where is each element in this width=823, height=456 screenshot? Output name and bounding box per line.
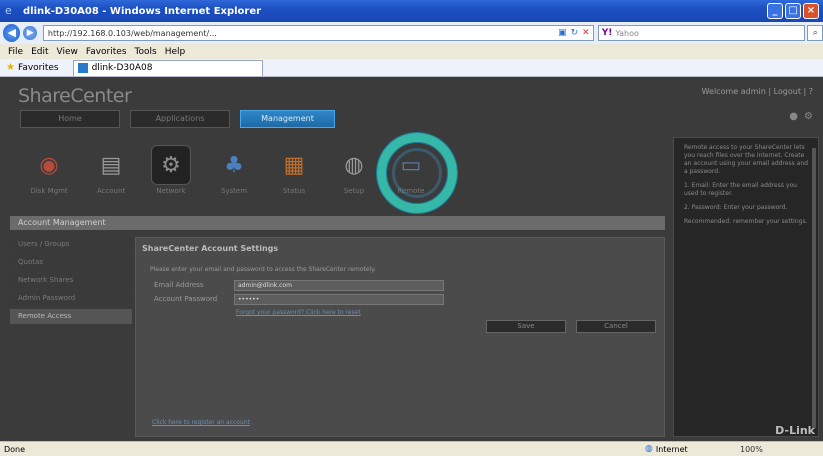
tab-title: dlink-D30A08: [91, 63, 153, 73]
app-network[interactable]: ⚙ Network: [144, 145, 198, 195]
dlink-logo: D-Link: [775, 424, 815, 437]
status-text: Done: [4, 444, 26, 454]
panel-title: ShareCenter Account Settings: [142, 244, 279, 253]
forward-button[interactable]: ▶: [23, 26, 37, 40]
app-label: Status: [282, 187, 306, 195]
help-paragraph: Remote access to your ShareCenter lets y…: [684, 144, 808, 175]
left-nav-item[interactable]: Network Shares: [10, 273, 132, 288]
app-status[interactable]: ▦ Status: [267, 145, 321, 196]
loading-spinner: [377, 133, 457, 213]
app-system[interactable]: ♣ System: [207, 145, 261, 196]
url-field[interactable]: http://192.168.0.103/web/management/... …: [42, 25, 594, 41]
save-button[interactable]: Save: [486, 320, 566, 333]
left-nav-item[interactable]: Remote Access: [10, 309, 132, 324]
help-paragraph: 1. Email: Enter the email address you us…: [684, 182, 797, 197]
menu-bar: File Edit View Favorites Tools Help: [0, 44, 823, 59]
grid-icon: ▦: [283, 152, 305, 178]
page-icon: [77, 63, 88, 73]
settings-icon[interactable]: ⚙: [804, 111, 813, 122]
title-bar: e dlink-D30A08 - Windows Internet Explor…: [0, 0, 823, 22]
settings-panel: ShareCenter Account Settings Please ente…: [135, 237, 665, 437]
email-label: Email Address: [154, 281, 204, 289]
tab-management[interactable]: Management: [240, 110, 335, 128]
yahoo-icon: Y!: [601, 28, 613, 38]
search-button[interactable]: ⌕: [807, 25, 823, 41]
left-nav-item[interactable]: Users / Groups: [10, 237, 132, 252]
window-controls: _ □ ×: [767, 3, 819, 19]
left-nav: Users / Groups Quotas Network Shares Adm…: [10, 237, 132, 327]
compat-icon[interactable]: ▣: [558, 28, 567, 38]
account-icon: ▤: [100, 152, 122, 178]
help-paragraph: Recommended: remember your settings.: [684, 218, 808, 225]
search-placeholder: Yahoo: [615, 28, 639, 38]
help-panel: Remote access to your ShareCenter lets y…: [673, 137, 819, 437]
refresh-icon[interactable]: ↻: [571, 28, 579, 38]
disk-icon: ◉: [39, 152, 59, 178]
menu-file[interactable]: File: [8, 47, 23, 57]
stop-icon[interactable]: ✕: [582, 28, 590, 38]
register-link[interactable]: Click here to register an account: [152, 419, 250, 426]
close-button[interactable]: ×: [803, 3, 819, 19]
minimize-button[interactable]: _: [767, 3, 783, 19]
panel-description: Please enter your email and password to …: [150, 266, 376, 273]
section-header: Account Management: [10, 216, 665, 230]
favorites-label[interactable]: Favorites: [18, 63, 59, 73]
forgot-password-link[interactable]: Forgot your password? Click here to rese…: [236, 309, 361, 316]
menu-tools[interactable]: Tools: [135, 47, 157, 57]
nav-tabs: Home Applications Management: [20, 110, 335, 128]
app-label: System: [220, 187, 248, 195]
brand-title: ShareCenter: [18, 85, 132, 107]
menu-edit[interactable]: Edit: [31, 47, 48, 57]
menu-favorites[interactable]: Favorites: [86, 47, 127, 57]
address-bar: ◀ ▶ http://192.168.0.103/web/management/…: [0, 22, 823, 44]
ie-icon: e: [5, 4, 12, 17]
help-scrollbar[interactable]: [812, 148, 816, 428]
top-icons: ● ⚙: [789, 111, 813, 122]
app-label: Network: [156, 187, 186, 195]
gear-icon: ⚙: [151, 145, 191, 185]
app-label: Setup: [343, 187, 365, 195]
favorites-star-icon[interactable]: ★: [6, 62, 15, 73]
spinner-inner: [392, 148, 442, 198]
app-account[interactable]: ▤ Account: [84, 145, 138, 196]
tab-home[interactable]: Home: [20, 110, 120, 128]
menu-help[interactable]: Help: [165, 47, 186, 57]
left-nav-item[interactable]: Quotas: [10, 255, 132, 270]
app-label: Account: [96, 187, 126, 195]
window-title: dlink-D30A08 - Windows Internet Explorer: [23, 5, 262, 17]
cancel-button[interactable]: Cancel: [576, 320, 656, 333]
globe-icon: ◍: [645, 444, 653, 454]
page-content: ShareCenter Welcome admin | Logout | ? ●…: [0, 77, 823, 441]
password-label: Account Password: [154, 295, 218, 303]
back-button[interactable]: ◀: [3, 24, 21, 42]
people-icon: ♣: [224, 152, 244, 178]
app-disk[interactable]: ◉ Disk Mgmt: [22, 145, 76, 196]
password-field[interactable]: ••••••: [234, 294, 444, 305]
user-links[interactable]: Welcome admin | Logout | ?: [702, 87, 813, 96]
app-setup[interactable]: ◍ Setup: [327, 145, 381, 196]
browser-tab[interactable]: dlink-D30A08: [72, 59, 263, 76]
tab-applications[interactable]: Applications: [130, 110, 230, 128]
help-paragraph: 2. Password: Enter your password.: [684, 204, 788, 211]
zone-label: Internet: [655, 444, 688, 454]
app-label: Disk Mgmt: [30, 187, 68, 195]
help-icon[interactable]: ●: [789, 111, 798, 122]
left-nav-item[interactable]: Admin Password: [10, 291, 132, 306]
url-actions: ▣ ↻ ✕: [558, 28, 593, 38]
search-field[interactable]: Y! Yahoo: [597, 25, 806, 41]
status-bar: Done ◍ Internet 100%: [0, 441, 823, 456]
maximize-button[interactable]: □: [785, 3, 801, 19]
zoom-level[interactable]: 100%: [740, 445, 763, 454]
favorites-bar: ★ Favorites dlink-D30A08: [0, 59, 823, 77]
email-field[interactable]: admin@dlink.com: [234, 280, 444, 291]
app-icon-row: ◉ Disk Mgmt ▤ Account ⚙ Network ♣ System…: [22, 145, 662, 205]
security-zone: ◍ Internet: [645, 444, 688, 454]
menu-view[interactable]: View: [57, 47, 78, 57]
url-text: http://192.168.0.103/web/management/...: [47, 28, 217, 38]
globe-icon: ◍: [344, 152, 364, 178]
